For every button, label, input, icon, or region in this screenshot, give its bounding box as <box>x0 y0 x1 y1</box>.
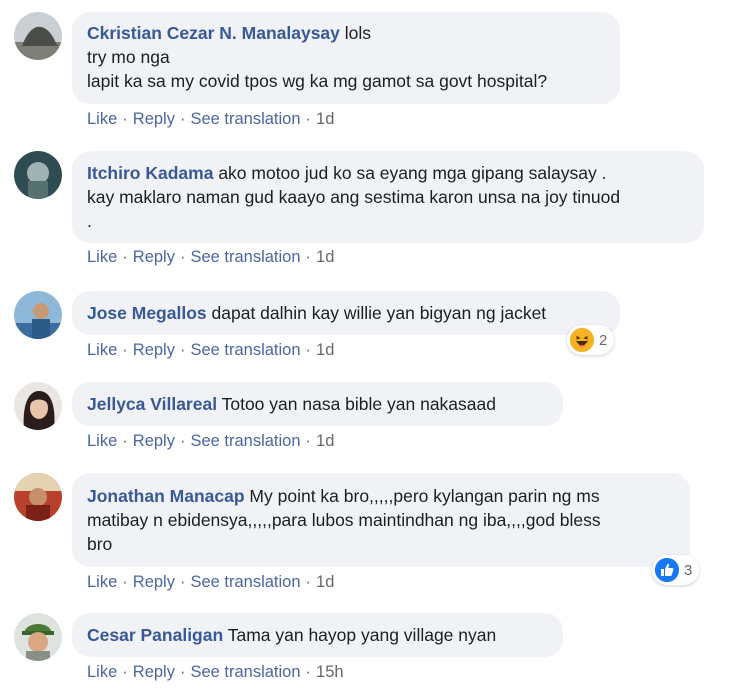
comment-bubble: Ckristian Cezar N. Manalaysay lols try m… <box>72 12 620 104</box>
comment-actions: Like · Reply · See translation · 1d <box>87 248 334 267</box>
separator: · <box>122 248 128 266</box>
comment-text-line: try mo nga <box>87 47 170 67</box>
comment-text-line: lols <box>344 23 372 43</box>
comment-timestamp[interactable]: 1d <box>316 110 334 128</box>
separator: · <box>122 432 128 450</box>
reply-button[interactable]: Reply <box>133 573 175 591</box>
avatar[interactable] <box>14 291 62 339</box>
reaction-count: 2 <box>599 331 608 349</box>
comment-actions: Like · Reply · See translation · 15h <box>87 663 344 682</box>
comment-author[interactable]: Jellyca Villareal <box>87 394 217 414</box>
like-button[interactable]: Like <box>87 110 117 128</box>
comment-text-line: dapat dalhin kay willie yan bigyan ng ja… <box>211 303 547 323</box>
comment-timestamp[interactable]: 15h <box>316 663 344 681</box>
reply-button[interactable]: Reply <box>133 110 175 128</box>
separator: · <box>179 110 186 128</box>
comment-bubble: Jonathan Manacap My point ka bro,,,,,per… <box>72 473 690 567</box>
separator: · <box>122 341 128 359</box>
comment-bubble: Jose Megallos dapat dalhin kay willie ya… <box>72 291 620 335</box>
reply-button[interactable]: Reply <box>133 663 175 681</box>
see-translation-link[interactable]: See translation <box>190 110 300 128</box>
separator: · <box>305 573 312 591</box>
comment-text-line: lapit ka sa my covid tpos wg ka mg gamot… <box>87 71 548 91</box>
comment-bubble: Itchiro Kadama ako motoo jud ko sa eyang… <box>72 151 704 243</box>
avatar[interactable] <box>14 382 62 430</box>
comment-text-line: matibay n ebidensya,,,,,para lubos maint… <box>87 510 601 530</box>
comment-text-line: . <box>87 211 92 231</box>
separator: · <box>305 432 312 450</box>
comment-bubble: Jellyca Villareal Totoo yan nasa bible y… <box>72 382 563 426</box>
comment-timestamp[interactable]: 1d <box>316 432 334 450</box>
like-button[interactable]: Like <box>87 432 117 450</box>
comment-author[interactable]: Jose Megallos <box>87 303 207 323</box>
comment-actions: Like · Reply · See translation · 1d <box>87 432 334 451</box>
separator: · <box>305 110 312 128</box>
separator: · <box>305 248 312 266</box>
comment-timestamp[interactable]: 1d <box>316 573 334 591</box>
comment-author[interactable]: Ckristian Cezar N. Manalaysay <box>87 23 340 43</box>
see-translation-link[interactable]: See translation <box>190 663 300 681</box>
separator: · <box>179 432 186 450</box>
separator: · <box>122 573 128 591</box>
separator: · <box>122 110 128 128</box>
see-translation-link[interactable]: See translation <box>190 573 300 591</box>
comment-text-line: kay maklaro naman gud kaayo ang sestima … <box>87 187 621 207</box>
avatar[interactable] <box>14 613 62 661</box>
like-button[interactable]: Like <box>87 248 117 266</box>
comment-bubble: Cesar Panaligan Tama yan hayop yang vill… <box>72 613 563 657</box>
comment-author[interactable]: Cesar Panaligan <box>87 625 223 645</box>
comment-text-line: bro <box>87 534 113 554</box>
separator: · <box>179 248 186 266</box>
reaction-count: 3 <box>684 561 693 579</box>
comment-timestamp[interactable]: 1d <box>316 248 334 266</box>
like-button[interactable]: Like <box>87 573 117 591</box>
comment-text-line: Tama yan hayop yang village nyan <box>227 625 497 645</box>
avatar[interactable] <box>14 473 62 521</box>
see-translation-link[interactable]: See translation <box>190 341 300 359</box>
like-button[interactable]: Like <box>87 663 117 681</box>
reply-button[interactable]: Reply <box>133 341 175 359</box>
separator: · <box>179 573 186 591</box>
like-icon <box>655 558 679 582</box>
like-button[interactable]: Like <box>87 341 117 359</box>
avatar[interactable] <box>14 151 62 199</box>
comment-text-line: ako motoo jud ko sa eyang mga gipang sal… <box>218 163 607 183</box>
comment-actions: Like · Reply · See translation · 1d <box>87 573 334 592</box>
reply-button[interactable]: Reply <box>133 432 175 450</box>
comment-actions: Like · Reply · See translation · 1d <box>87 110 334 129</box>
separator: · <box>179 341 186 359</box>
avatar[interactable] <box>14 12 62 60</box>
comment-actions: Like · Reply · See translation · 1d <box>87 341 334 360</box>
haha-icon <box>570 328 594 352</box>
separator: · <box>179 663 186 681</box>
reaction-badge[interactable]: 2 <box>567 325 615 355</box>
comment-author[interactable]: Itchiro Kadama <box>87 163 213 183</box>
separator: · <box>305 341 312 359</box>
comment-timestamp[interactable]: 1d <box>316 341 334 359</box>
comment-text-line: My point ka bro,,,,,pero kylangan parin … <box>249 486 600 506</box>
see-translation-link[interactable]: See translation <box>190 248 300 266</box>
separator: · <box>122 663 128 681</box>
comment-author[interactable]: Jonathan Manacap <box>87 486 245 506</box>
reaction-badge[interactable]: 3 <box>652 555 700 585</box>
separator: · <box>305 663 312 681</box>
see-translation-link[interactable]: See translation <box>190 432 300 450</box>
reply-button[interactable]: Reply <box>133 248 175 266</box>
comment-text-line: Totoo yan nasa bible yan nakasaad <box>221 394 496 414</box>
